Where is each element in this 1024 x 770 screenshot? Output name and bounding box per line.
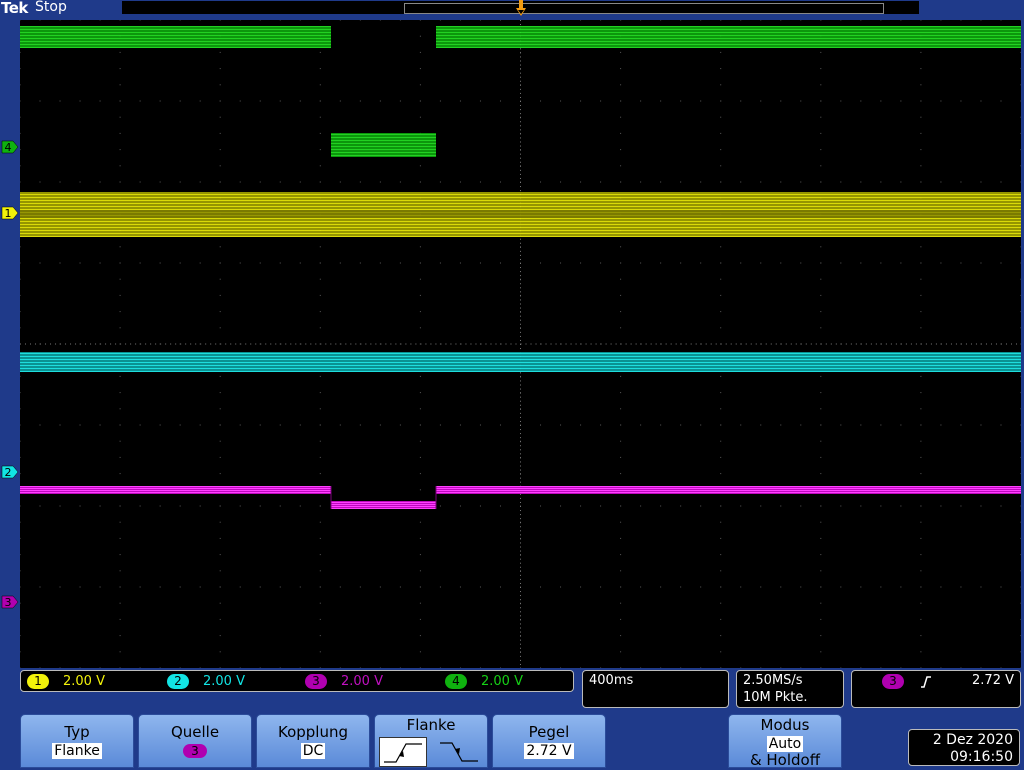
ch3-trace-high-right [436, 486, 1021, 494]
ch4-trace-high-right [436, 26, 1021, 48]
ch4-badge: 4 [445, 673, 467, 689]
waveform-display[interactable] [20, 20, 1021, 668]
menu-typ-value: Flanke [52, 743, 102, 759]
menu-typ-button[interactable]: Typ Flanke [20, 714, 134, 768]
channel-readout-bar: 1 2.00 V 2 2.00 V 3 2.00 V 4 2.00 V [20, 670, 574, 692]
waveform-traces [20, 26, 1021, 509]
ch3-badge: 3 [305, 673, 327, 689]
ch4-scale: 2.00 V [481, 673, 523, 689]
ch3-scale: 2.00 V [341, 673, 383, 689]
date-time-display: 2 Dez 2020 09:16:50 [908, 729, 1020, 766]
menu-kopplung-value: DC [300, 743, 326, 759]
time: 09:16:50 [950, 749, 1013, 765]
menu-modus-button[interactable]: Modus Auto & Holdoff [728, 714, 842, 768]
menu-pegel-title: Pegel [528, 723, 570, 741]
record-view-window [404, 3, 884, 14]
menu-modus-title: Modus [760, 716, 810, 734]
svg-text:4: 4 [5, 141, 12, 154]
brand-logo: Tek [1, 0, 28, 17]
ch3-trace-high-left [20, 486, 331, 494]
record-length: 10M Pkte. [743, 690, 808, 705]
timebase-readout[interactable]: 400ms [582, 670, 729, 708]
menu-quelle-value: 3 [183, 744, 207, 758]
ch2-scale: 2.00 V [203, 673, 245, 689]
menu-flanke-button[interactable]: Flanke [374, 714, 488, 768]
ch2-ground-marker[interactable]: 2 [1, 465, 19, 479]
svg-text:2: 2 [5, 466, 12, 479]
acquisition-state: Stop [35, 0, 67, 15]
trigger-readout[interactable]: 3 2.72 V [851, 670, 1021, 708]
ch3-trace-low [331, 501, 436, 509]
menu-modus-value: Auto [766, 736, 804, 752]
ch1-badge: 1 [27, 673, 49, 689]
ch4-ground-marker[interactable]: 4 [1, 140, 19, 154]
ch2-readout[interactable]: 2 2.00 V [167, 673, 245, 689]
ch4-trace-high-left [20, 26, 331, 48]
ch4-trace-low [331, 133, 436, 157]
ch2-trace [20, 352, 1021, 372]
menu-kopplung-title: Kopplung [277, 723, 348, 741]
status-bar: Tek Stop [0, 0, 1024, 17]
ch3-readout[interactable]: 3 2.00 V [305, 673, 383, 689]
sample-rate: 2.50MS/s [743, 673, 803, 688]
ch1-ground-marker[interactable]: 1 [1, 206, 19, 220]
rising-edge-icon [384, 743, 422, 763]
rising-edge-icon [921, 676, 931, 688]
trigger-level: 2.72 V [972, 673, 1014, 688]
falling-edge-icon [440, 742, 478, 762]
slope-falling-option[interactable] [435, 737, 483, 767]
trigger-source-badge: 3 [882, 674, 904, 689]
menu-pegel-value: 2.72 V [524, 743, 574, 759]
menu-typ-title: Typ [64, 723, 90, 741]
menu-pegel-button[interactable]: Pegel 2.72 V [492, 714, 606, 768]
ch4-readout[interactable]: 4 2.00 V [445, 673, 523, 689]
ch2-badge: 2 [167, 673, 189, 689]
svg-text:1: 1 [5, 207, 12, 220]
date: 2 Dez 2020 [932, 732, 1013, 748]
ch1-scale: 2.00 V [63, 673, 105, 689]
acquisition-readout[interactable]: 2.50MS/s 10M Pkte. [736, 670, 844, 708]
menu-flanke-title: Flanke [406, 716, 456, 734]
svg-text:3: 3 [5, 596, 12, 609]
menu-modus-subtitle: & Holdoff [749, 751, 821, 769]
timebase-scale: 400ms [589, 673, 634, 688]
menu-quelle-title: Quelle [170, 723, 220, 741]
slope-rising-option[interactable] [379, 737, 427, 767]
menu-quelle-button[interactable]: Quelle 3 [138, 714, 252, 768]
menu-kopplung-button[interactable]: Kopplung DC [256, 714, 370, 768]
ch3-ground-marker[interactable]: 3 [1, 595, 19, 609]
trigger-position-icon[interactable] [514, 0, 528, 22]
ch1-readout[interactable]: 1 2.00 V [27, 673, 105, 689]
